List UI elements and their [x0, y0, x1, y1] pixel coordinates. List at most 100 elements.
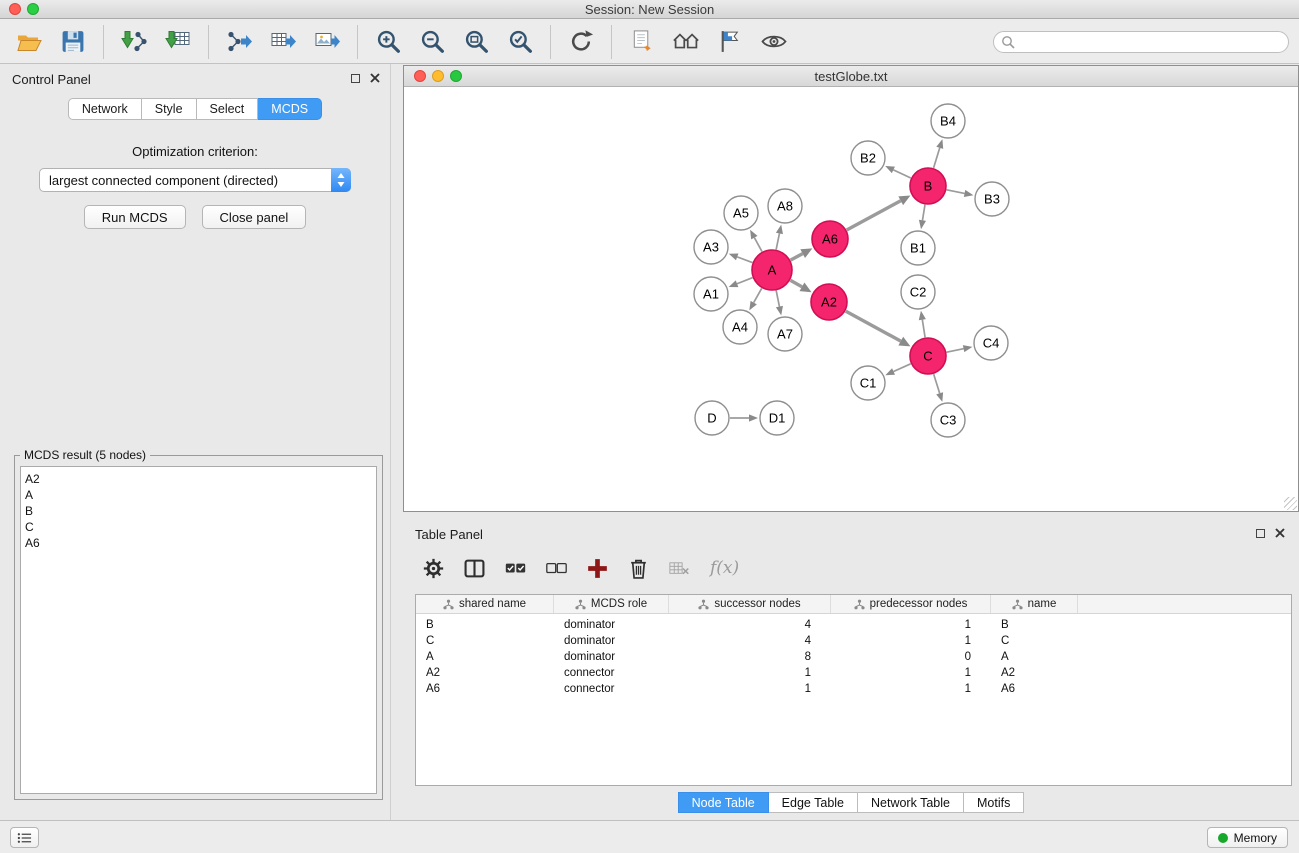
- graph-node-B2[interactable]: B2: [851, 141, 885, 175]
- graph-node-D1[interactable]: D1: [760, 401, 794, 435]
- export-network-button[interactable]: [220, 25, 258, 59]
- graph-node-C1[interactable]: C1: [851, 366, 885, 400]
- graph-edge-A-A8[interactable]: [776, 225, 783, 250]
- graph-edge-C-C3[interactable]: [934, 374, 943, 402]
- table-cell[interactable]: B: [991, 619, 1078, 631]
- graph-edge-C-C4[interactable]: [947, 345, 973, 352]
- add-column-button[interactable]: [587, 558, 608, 579]
- column-header-predecessor-nodes[interactable]: predecessor nodes: [831, 595, 991, 613]
- tab-select[interactable]: Select: [197, 98, 259, 120]
- graph-edge-D-D1[interactable]: [730, 414, 758, 421]
- tab-node-table[interactable]: Node Table: [678, 792, 769, 813]
- network-close-button[interactable]: [414, 70, 426, 82]
- mcds-result-item[interactable]: C: [25, 519, 376, 535]
- tab-mcds[interactable]: MCDS: [258, 98, 322, 120]
- table-cell[interactable]: 1: [831, 635, 991, 647]
- network-canvas[interactable]: AA6A2BCA1A3A4A5A7A8B1B2B3B4C1C2C3C4DD1: [404, 88, 1298, 511]
- close-window-button[interactable]: [9, 3, 21, 15]
- graph-node-A7[interactable]: A7: [768, 317, 802, 351]
- float-table-panel-icon[interactable]: [1256, 529, 1265, 538]
- task-history-button[interactable]: [10, 827, 39, 848]
- delete-column-button[interactable]: [628, 558, 649, 579]
- table-cell[interactable]: C: [416, 635, 554, 647]
- table-row[interactable]: Bdominator41B: [416, 617, 1291, 633]
- graph-node-B[interactable]: B: [910, 168, 946, 204]
- table-cell[interactable]: 1: [831, 667, 991, 679]
- table-cell[interactable]: 1: [669, 667, 831, 679]
- table-cell[interactable]: C: [991, 635, 1078, 647]
- table-cell[interactable]: 8: [669, 651, 831, 663]
- graph-edge-A-A1[interactable]: [729, 278, 753, 287]
- deselect-all-button[interactable]: [546, 558, 567, 579]
- mcds-result-item[interactable]: A2: [25, 471, 376, 487]
- graph-node-A3[interactable]: A3: [694, 230, 728, 264]
- close-panel-button[interactable]: Close panel: [202, 205, 307, 229]
- table-row[interactable]: Adominator80A: [416, 649, 1291, 665]
- table-cell[interactable]: connector: [554, 683, 669, 695]
- graph-edge-A6-B[interactable]: [847, 196, 911, 230]
- search-input[interactable]: [993, 31, 1289, 53]
- table-cell[interactable]: dominator: [554, 635, 669, 647]
- show-hide-details-button[interactable]: [755, 25, 793, 59]
- table-cell[interactable]: dominator: [554, 651, 669, 663]
- graph-node-A5[interactable]: A5: [724, 196, 758, 230]
- save-session-button[interactable]: [54, 25, 92, 59]
- graph-edge-A-A2[interactable]: [790, 280, 811, 292]
- open-recent-button[interactable]: [623, 25, 661, 59]
- function-builder-button[interactable]: f(x): [710, 558, 739, 578]
- table-cell[interactable]: 1: [831, 619, 991, 631]
- graph-node-C4[interactable]: C4: [974, 326, 1008, 360]
- column-header-name[interactable]: name: [991, 595, 1078, 613]
- column-header-shared-name[interactable]: shared name: [416, 595, 554, 613]
- graph-edge-B-B3[interactable]: [947, 190, 974, 197]
- column-header-successor-nodes[interactable]: successor nodes: [669, 595, 831, 613]
- graph-edge-B-B1[interactable]: [919, 205, 926, 229]
- zoom-selected-button[interactable]: [501, 25, 539, 59]
- graph-node-C[interactable]: C: [910, 338, 946, 374]
- import-network-button[interactable]: [115, 25, 153, 59]
- optimization-criterion-select[interactable]: largest connected component (directed): [39, 168, 351, 192]
- graph-edge-A-A3[interactable]: [729, 254, 753, 263]
- graph-edge-C-C1[interactable]: [885, 364, 910, 375]
- zoom-in-button[interactable]: [369, 25, 407, 59]
- table-cell[interactable]: dominator: [554, 619, 669, 631]
- mcds-result-item[interactable]: A6: [25, 535, 376, 551]
- float-panel-icon[interactable]: [351, 74, 360, 83]
- table-cell[interactable]: A2: [991, 667, 1078, 679]
- table-row[interactable]: A6connector11A6: [416, 681, 1291, 697]
- tab-motifs[interactable]: Motifs: [964, 792, 1024, 813]
- table-cell[interactable]: 1: [669, 683, 831, 695]
- table-cell[interactable]: A6: [991, 683, 1078, 695]
- table-cell[interactable]: A6: [416, 683, 554, 695]
- mcds-result-list[interactable]: A2ABCA6: [20, 466, 377, 794]
- open-session-button[interactable]: [10, 25, 48, 59]
- table-cell[interactable]: A: [991, 651, 1078, 663]
- graph-node-A4[interactable]: A4: [723, 310, 757, 344]
- table-cell[interactable]: A2: [416, 667, 554, 679]
- first-neighbors-button[interactable]: [667, 25, 705, 59]
- resize-grip[interactable]: [1284, 497, 1297, 510]
- table-cell[interactable]: connector: [554, 667, 669, 679]
- graph-node-C3[interactable]: C3: [931, 403, 965, 437]
- export-table-button[interactable]: [264, 25, 302, 59]
- graph-node-B1[interactable]: B1: [901, 231, 935, 265]
- select-all-button[interactable]: [505, 558, 526, 579]
- zoom-out-button[interactable]: [413, 25, 451, 59]
- settings-button[interactable]: [423, 558, 444, 579]
- graph-node-C2[interactable]: C2: [901, 275, 935, 309]
- column-header-mcds-role[interactable]: MCDS role: [554, 595, 669, 613]
- graph-node-A1[interactable]: A1: [694, 277, 728, 311]
- table-cell[interactable]: 1: [831, 683, 991, 695]
- mcds-result-item[interactable]: B: [25, 503, 376, 519]
- table-cell[interactable]: 4: [669, 619, 831, 631]
- table-row[interactable]: A2connector11A2: [416, 665, 1291, 681]
- graph-node-A8[interactable]: A8: [768, 189, 802, 223]
- graph-edge-C-C2[interactable]: [919, 311, 926, 337]
- import-table-button[interactable]: [159, 25, 197, 59]
- graph-node-A2[interactable]: A2: [811, 284, 847, 320]
- graph-node-B3[interactable]: B3: [975, 182, 1009, 216]
- graph-edge-A2-C[interactable]: [846, 311, 911, 346]
- tab-style[interactable]: Style: [142, 98, 197, 120]
- table-cell[interactable]: 4: [669, 635, 831, 647]
- graph-node-A6[interactable]: A6: [812, 221, 848, 257]
